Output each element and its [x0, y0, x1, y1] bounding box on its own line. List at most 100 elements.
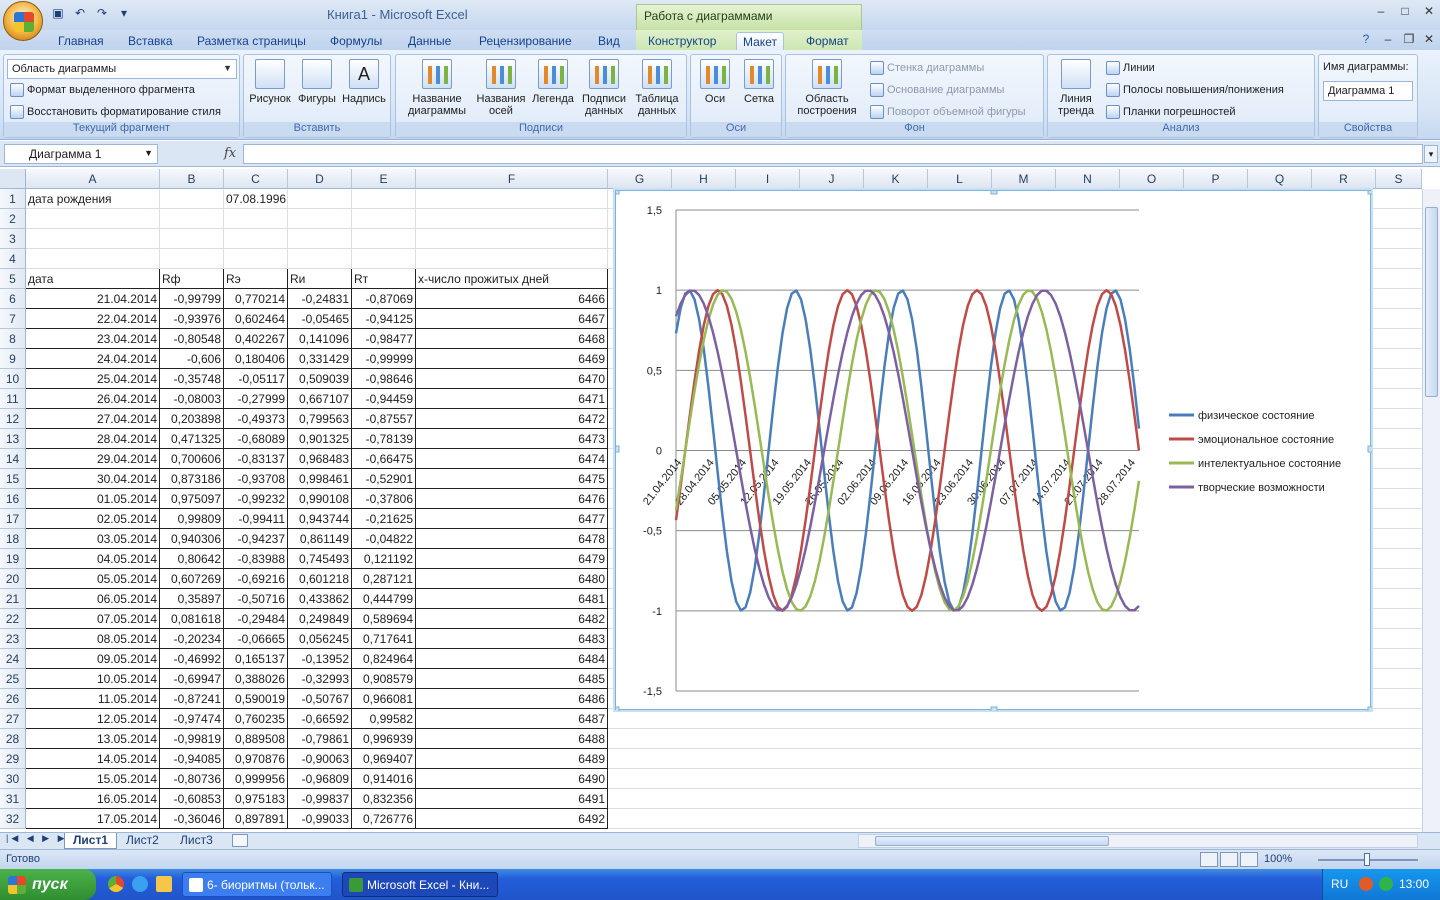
cell[interactable]: 6469: [416, 349, 608, 369]
cell[interactable]: -0,27999: [224, 389, 288, 409]
cell[interactable]: 0,999956: [224, 769, 288, 789]
cell[interactable]: 0,602464: [224, 309, 288, 329]
cell[interactable]: 24.04.2014: [26, 349, 160, 369]
cell[interactable]: Rф: [160, 269, 224, 289]
cell[interactable]: 0,607269: [160, 569, 224, 589]
tab-2[interactable]: Разметка страницы: [191, 32, 312, 50]
row-header[interactable]: 17: [0, 509, 26, 529]
row-header[interactable]: 21: [0, 589, 26, 609]
cell[interactable]: 0,998461: [288, 469, 352, 489]
cell[interactable]: 0,726776: [352, 809, 416, 829]
legend-button[interactable]: Легенда: [528, 59, 578, 105]
cell[interactable]: [352, 229, 416, 249]
tab-3[interactable]: Формулы: [324, 32, 388, 50]
cell[interactable]: дата: [26, 269, 160, 289]
cell[interactable]: [26, 249, 160, 269]
cell[interactable]: 0,667107: [288, 389, 352, 409]
horizontal-scroll-thumb[interactable]: [875, 836, 1109, 846]
column-header[interactable]: P: [1184, 169, 1248, 189]
cell[interactable]: -0,99799: [160, 289, 224, 309]
cell[interactable]: 0,589694: [352, 609, 416, 629]
select-all-corner[interactable]: [0, 169, 26, 189]
chart-resize-handle[interactable]: [616, 191, 620, 195]
cell[interactable]: [160, 209, 224, 229]
cell[interactable]: 14.05.2014: [26, 749, 160, 769]
cell[interactable]: -0,04822: [352, 529, 416, 549]
cell[interactable]: 0,141096: [288, 329, 352, 349]
cell[interactable]: 0,590019: [224, 689, 288, 709]
cell[interactable]: 6487: [416, 709, 608, 729]
cell[interactable]: 26.04.2014: [26, 389, 160, 409]
cell[interactable]: 0,908579: [352, 669, 416, 689]
cell[interactable]: -0,46992: [160, 649, 224, 669]
cell[interactable]: 05.05.2014: [26, 569, 160, 589]
cell[interactable]: 0,80642: [160, 549, 224, 569]
cell[interactable]: 0,180406: [224, 349, 288, 369]
cell[interactable]: -0,05465: [288, 309, 352, 329]
cell[interactable]: -0,06665: [224, 629, 288, 649]
cell[interactable]: 0,444799: [352, 589, 416, 609]
sheet-tab[interactable]: Лист1: [64, 833, 118, 849]
column-header[interactable]: S: [1376, 169, 1422, 189]
cell[interactable]: 0,99582: [352, 709, 416, 729]
cell[interactable]: 6475: [416, 469, 608, 489]
cell[interactable]: 6468: [416, 329, 608, 349]
cell[interactable]: 0,770214: [224, 289, 288, 309]
tab-9[interactable]: Формат: [800, 32, 855, 50]
sheet-tab[interactable]: Лист3: [172, 833, 221, 849]
cell[interactable]: -0,96809: [288, 769, 352, 789]
chart-wall-button[interactable]: Стенка диаграммы: [870, 61, 984, 75]
cell[interactable]: [288, 189, 352, 209]
vertical-scrollbar[interactable]: [1422, 189, 1440, 832]
tab-7[interactable]: Конструктор: [642, 32, 722, 50]
language-indicator[interactable]: RU: [1331, 877, 1348, 891]
cell[interactable]: -0,94125: [352, 309, 416, 329]
doc-minimize-icon[interactable]: –: [1377, 32, 1399, 50]
chart-element-select[interactable]: Область диаграммы ▼: [7, 59, 237, 79]
cell[interactable]: 6480: [416, 569, 608, 589]
column-header[interactable]: B: [160, 169, 224, 189]
updown-bars-button[interactable]: Полосы повышения/понижения: [1106, 83, 1284, 97]
row-header[interactable]: 25: [0, 669, 26, 689]
cell[interactable]: -0,99819: [160, 729, 224, 749]
cell[interactable]: 28.04.2014: [26, 429, 160, 449]
cell[interactable]: [608, 749, 1422, 769]
legend-entry[interactable]: физическое состояние: [1198, 410, 1315, 422]
cell[interactable]: 0,203898: [160, 409, 224, 429]
cell[interactable]: [608, 809, 1422, 829]
row-header[interactable]: 29: [0, 749, 26, 769]
cell[interactable]: 6477: [416, 509, 608, 529]
row-header[interactable]: 19: [0, 549, 26, 569]
legend-entry[interactable]: интелектуальное состояние: [1198, 458, 1341, 470]
row-header[interactable]: 32: [0, 809, 26, 829]
cell[interactable]: -0,87557: [352, 409, 416, 429]
cell[interactable]: 6486: [416, 689, 608, 709]
normal-view-icon[interactable]: [1200, 852, 1218, 867]
cell[interactable]: 6476: [416, 489, 608, 509]
cell[interactable]: 6466: [416, 289, 608, 309]
cell[interactable]: 0,975183: [224, 789, 288, 809]
column-header[interactable]: Q: [1248, 169, 1312, 189]
cell[interactable]: [224, 229, 288, 249]
page-break-view-icon[interactable]: [1240, 852, 1258, 867]
chart-resize-handle[interactable]: [990, 706, 998, 711]
cell[interactable]: [608, 729, 1422, 749]
cell[interactable]: 0,975097: [160, 489, 224, 509]
cell[interactable]: 0,056245: [288, 629, 352, 649]
cell[interactable]: 0,970876: [224, 749, 288, 769]
column-header[interactable]: N: [1056, 169, 1120, 189]
cell[interactable]: 06.05.2014: [26, 589, 160, 609]
cell[interactable]: 0,799563: [288, 409, 352, 429]
cell[interactable]: -0,99033: [288, 809, 352, 829]
cell[interactable]: 01.05.2014: [26, 489, 160, 509]
cell[interactable]: 0,943744: [288, 509, 352, 529]
row-header[interactable]: 13: [0, 429, 26, 449]
tab-6[interactable]: Вид: [592, 32, 626, 50]
plot-area-button[interactable]: Область построения: [788, 59, 866, 117]
tab-8[interactable]: Макет: [736, 32, 784, 50]
cell[interactable]: 0,165137: [224, 649, 288, 669]
cell[interactable]: 6479: [416, 549, 608, 569]
tab-1[interactable]: Вставка: [122, 32, 179, 50]
cell[interactable]: -0,24831: [288, 289, 352, 309]
cell[interactable]: 0,249849: [288, 609, 352, 629]
